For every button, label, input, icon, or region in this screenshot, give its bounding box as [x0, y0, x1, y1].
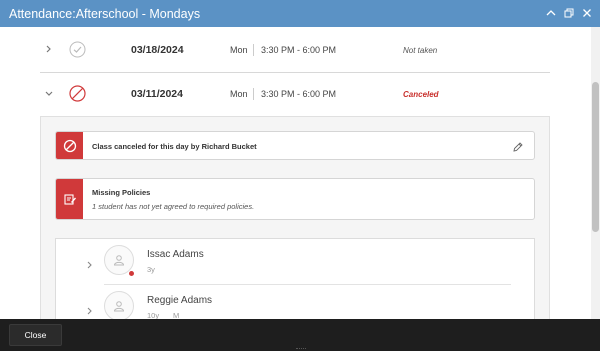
avatar [104, 291, 134, 319]
pencil-icon[interactable] [512, 140, 524, 152]
day-date: 03/11/2024 [131, 88, 183, 100]
missing-policies-title: Missing Policies [92, 188, 151, 197]
chevron-right-icon[interactable] [85, 257, 94, 269]
canceled-alert: Class canceled for this day by Richard B… [55, 131, 535, 160]
attendance-status: Not taken [403, 45, 438, 55]
resize-grip[interactable] [296, 348, 306, 350]
attendance-content: 03/18/2024 Mon 3:30 PM - 6:00 PM Not tak… [0, 27, 600, 319]
student-name: Issac Adams [147, 249, 204, 260]
day-of-week: Mon [230, 45, 248, 55]
student-row[interactable]: Reggie Adams 10y M [56, 285, 536, 319]
collapse-icon[interactable] [544, 6, 558, 20]
canceled-alert-text: Class canceled for this day by Richard B… [92, 142, 257, 151]
policy-edit-icon [56, 179, 83, 219]
separator [253, 44, 254, 56]
scrollbar-thumb[interactable] [592, 82, 599, 232]
window-titlebar: Attendance:Afterschool - Mondays [0, 0, 600, 27]
day-date: 03/18/2024 [131, 44, 184, 56]
student-list: Issac Adams 3y Reggie Adams 10y M [55, 238, 535, 319]
student-age: 3y [147, 265, 155, 274]
restore-icon[interactable] [562, 6, 576, 20]
attendance-status: Canceled [403, 89, 439, 99]
chevron-right-icon[interactable] [43, 42, 55, 56]
student-gender: M [173, 311, 180, 319]
close-icon[interactable] [580, 6, 594, 20]
window-controls [544, 6, 594, 20]
check-circle-icon [69, 41, 86, 58]
close-button[interactable]: Close [9, 324, 62, 346]
day-time: 3:30 PM - 6:00 PM [261, 89, 337, 99]
day-detail-panel: Class canceled for this day by Richard B… [40, 116, 550, 319]
scrollbar[interactable] [591, 27, 600, 319]
footer-bar: Close [0, 319, 600, 351]
missing-policies-subtitle: 1 student has not yet agreed to required… [92, 202, 255, 211]
chevron-right-icon[interactable] [85, 303, 94, 315]
cancel-circle-icon [56, 132, 83, 159]
alert-dot [128, 270, 135, 277]
window-title: Attendance:Afterschool - Mondays [9, 6, 201, 21]
missing-policies-alert[interactable]: Missing Policies 1 student has not yet a… [55, 178, 535, 220]
day-time: 3:30 PM - 6:00 PM [261, 45, 337, 55]
student-row[interactable]: Issac Adams 3y [56, 239, 536, 285]
day-of-week: Mon [230, 89, 248, 99]
chevron-down-icon[interactable] [43, 86, 55, 100]
student-age: 10y [147, 311, 160, 319]
separator [253, 88, 254, 100]
student-name: Reggie Adams [147, 295, 213, 306]
day-row[interactable]: 03/18/2024 Mon 3:30 PM - 6:00 PM Not tak… [40, 28, 550, 72]
day-row-expanded[interactable]: 03/11/2024 Mon 3:30 PM - 6:00 PM Cancele… [40, 72, 550, 116]
cancel-circle-icon [69, 85, 86, 102]
